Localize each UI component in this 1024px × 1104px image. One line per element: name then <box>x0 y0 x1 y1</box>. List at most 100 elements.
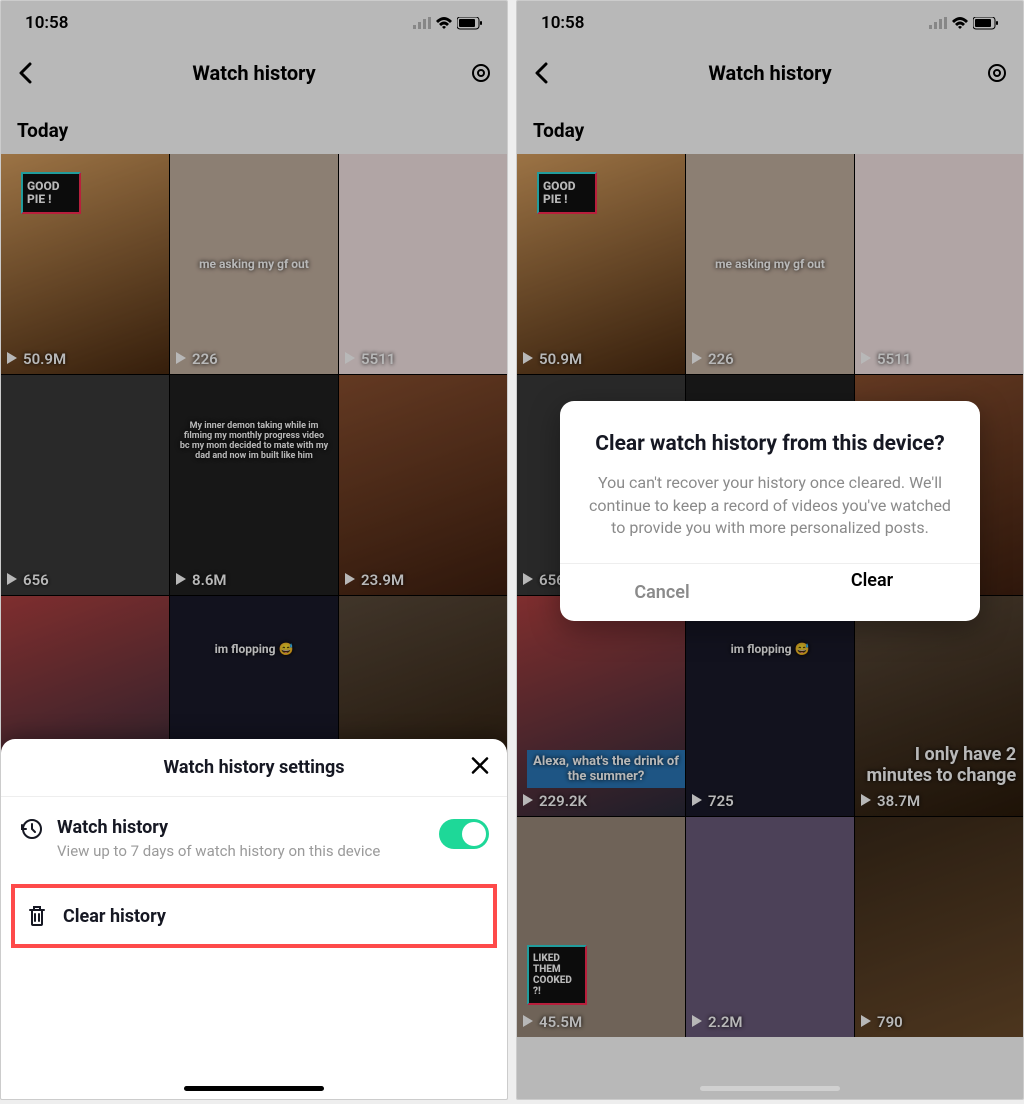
view-count: 226 <box>692 350 734 368</box>
play-icon <box>523 571 535 589</box>
video-tile[interactable]: GOOD PIE ! 50.9M <box>1 154 169 374</box>
chevron-left-icon <box>18 62 32 84</box>
settings-button[interactable] <box>985 61 1009 85</box>
view-count: 50.9M <box>7 350 66 368</box>
watch-history-toggle[interactable] <box>439 819 489 849</box>
home-indicator[interactable] <box>700 1086 840 1091</box>
trash-icon <box>25 904 49 928</box>
video-tile[interactable]: me asking my gf out 226 <box>170 154 338 374</box>
video-tile[interactable]: 23.9M <box>339 375 507 595</box>
right-phone: 10:58 Watch history Today GOOD PIE ! 50.… <box>516 0 1024 1100</box>
tile-caption: My inner demon taking while im filming m… <box>178 421 329 461</box>
watch-history-row: Watch history View up to 7 days of watch… <box>1 797 507 864</box>
play-icon <box>861 350 873 368</box>
view-count: 790 <box>861 1013 903 1031</box>
confirm-dialog: Clear watch history from this device? Yo… <box>560 401 980 621</box>
view-count: 2.2M <box>692 1013 743 1031</box>
status-time: 10:58 <box>25 13 68 33</box>
video-tile[interactable]: 2.2M <box>686 817 854 1037</box>
tile-caption: im flopping 😅 <box>694 642 845 656</box>
video-tile[interactable]: 5511 <box>339 154 507 374</box>
view-count: 656 <box>523 571 565 589</box>
clear-button[interactable]: Clear <box>764 564 980 621</box>
status-bar: 10:58 <box>1 1 507 45</box>
row-subtitle: View up to 7 days of watch history on th… <box>57 842 425 860</box>
nav-bar: Watch history <box>517 45 1023 101</box>
battery-icon <box>457 17 483 30</box>
history-icon <box>19 817 43 841</box>
settings-sheet: Watch history settings Watch history Vie… <box>1 739 507 1099</box>
dialog-text: You can't recover your history once clea… <box>584 472 956 539</box>
tile-badge: LIKED THEM COOKED ?! <box>527 945 587 1005</box>
play-icon <box>345 350 357 368</box>
video-tile[interactable]: im flopping 😅 725 <box>686 596 854 816</box>
video-tile[interactable]: LIKED THEM COOKED ?! 45.5M <box>517 817 685 1037</box>
cancel-button[interactable]: Cancel <box>560 564 764 621</box>
battery-icon <box>973 17 999 30</box>
play-icon <box>176 571 188 589</box>
status-icons <box>929 16 999 30</box>
close-button[interactable] <box>471 755 489 780</box>
play-icon <box>7 350 19 368</box>
dialog-title: Clear watch history from this device? <box>584 431 956 458</box>
play-icon <box>7 571 19 589</box>
clear-history-button[interactable]: Clear history <box>11 884 497 948</box>
view-count: 656 <box>7 571 49 589</box>
view-count: 8.6M <box>176 571 227 589</box>
video-tile[interactable]: GOOD PIE ! 50.9M <box>517 154 685 374</box>
view-count: 23.9M <box>345 571 404 589</box>
status-bar: 10:58 <box>517 1 1023 45</box>
video-tile[interactable]: me asking my gf out 226 <box>686 154 854 374</box>
view-count: 5511 <box>345 350 395 368</box>
play-icon <box>692 1013 704 1031</box>
play-icon <box>861 792 873 810</box>
home-indicator[interactable] <box>184 1086 324 1091</box>
tile-caption: me asking my gf out <box>178 257 329 271</box>
gear-icon <box>985 61 1009 85</box>
settings-button[interactable] <box>469 61 493 85</box>
play-icon <box>523 1013 535 1031</box>
play-icon <box>861 1013 873 1031</box>
close-icon <box>471 756 489 774</box>
play-icon <box>692 792 704 810</box>
play-icon <box>176 350 188 368</box>
wifi-icon <box>951 16 969 30</box>
video-tile[interactable]: 656 <box>1 375 169 595</box>
cellular-icon <box>413 17 431 29</box>
nav-bar: Watch history <box>1 45 507 101</box>
status-time: 10:58 <box>541 13 584 33</box>
play-icon <box>523 792 535 810</box>
row-title: Watch history <box>57 817 425 838</box>
chevron-left-icon <box>534 62 548 84</box>
play-icon <box>692 350 704 368</box>
video-grid: GOOD PIE ! 50.9M me asking my gf out 226… <box>1 154 507 816</box>
video-tile[interactable]: 790 <box>855 817 1023 1037</box>
tile-badge: GOOD PIE ! <box>21 172 81 214</box>
gear-icon <box>469 61 493 85</box>
section-today: Today <box>1 101 507 154</box>
video-tile[interactable]: I only have 2 minutes to change 38.7M <box>855 596 1023 816</box>
sheet-title: Watch history settings <box>163 757 344 778</box>
cellular-icon <box>929 17 947 29</box>
video-tile[interactable]: 5511 <box>855 154 1023 374</box>
sheet-header: Watch history settings <box>1 739 507 797</box>
view-count: 50.9M <box>523 350 582 368</box>
view-count: 725 <box>692 792 734 810</box>
video-tile[interactable]: My inner demon taking while im filming m… <box>170 375 338 595</box>
view-count: 226 <box>176 350 218 368</box>
page-title: Watch history <box>192 61 315 85</box>
view-count: 229.2K <box>523 792 587 810</box>
back-button[interactable] <box>529 61 553 85</box>
view-count: 45.5M <box>523 1013 582 1031</box>
view-count: 5511 <box>861 350 911 368</box>
tile-badge: GOOD PIE ! <box>537 172 597 214</box>
left-phone: 10:58 Watch history Today GOOD PIE ! 50.… <box>0 0 508 1100</box>
tile-caption: Alexa, what's the drink of the summer? <box>527 750 685 788</box>
play-icon <box>345 571 357 589</box>
status-icons <box>413 16 483 30</box>
clear-label: Clear history <box>63 906 166 927</box>
section-today: Today <box>517 101 1023 154</box>
back-button[interactable] <box>13 61 37 85</box>
play-icon <box>523 350 535 368</box>
video-tile[interactable]: Alexa, what's the drink of the summer? 2… <box>517 596 685 816</box>
